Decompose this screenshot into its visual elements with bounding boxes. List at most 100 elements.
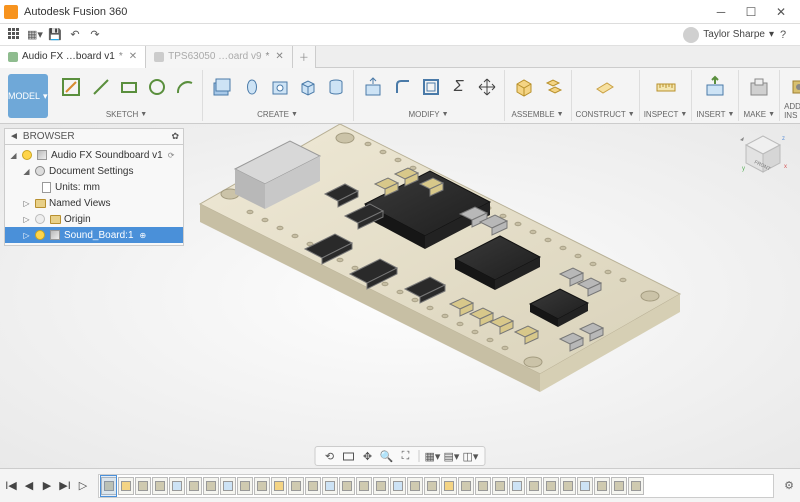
tree-node-origin[interactable]: ▷ Origin (5, 211, 183, 227)
timeline-feature[interactable] (611, 477, 627, 495)
disclosure-triangle[interactable]: ◢ (22, 167, 31, 176)
timeline-play-button[interactable]: ▷ (74, 477, 92, 495)
close-tab-button[interactable]: ✕ (129, 51, 137, 62)
timeline-settings-button[interactable]: ⚙ (780, 477, 798, 495)
construct-plane-button[interactable] (590, 72, 620, 102)
disclosure-triangle[interactable]: ▷ (22, 215, 31, 224)
box-button[interactable] (295, 74, 321, 100)
fillet-button[interactable] (390, 74, 416, 100)
tree-node-component-selected[interactable]: ▷ Sound_Board:1 ⊕ (5, 227, 183, 243)
shell-button[interactable] (418, 74, 444, 100)
timeline-feature[interactable] (492, 477, 508, 495)
data-panel-button[interactable] (6, 27, 24, 43)
window-minimize-button[interactable]: ─ (706, 1, 736, 23)
document-tab-active[interactable]: Audio FX …board v1* ✕ (0, 46, 146, 68)
timeline-feature[interactable] (390, 477, 406, 495)
disclosure-triangle[interactable]: ▷ (22, 231, 31, 240)
timeline-feature[interactable] (118, 477, 134, 495)
timeline-feature[interactable] (220, 477, 236, 495)
timeline-feature[interactable] (237, 477, 253, 495)
new-document-button[interactable]: ＋ (293, 46, 316, 68)
circle-tool-button[interactable] (144, 74, 170, 100)
timeline-feature[interactable] (152, 477, 168, 495)
timeline-feature[interactable] (169, 477, 185, 495)
disclosure-triangle[interactable]: ▷ (22, 199, 31, 208)
timeline-feature[interactable] (509, 477, 525, 495)
undo-button[interactable]: ↶ (66, 27, 84, 43)
document-tab[interactable]: TPS63050 …oard v9* ✕ (146, 46, 293, 68)
lightbulb-off-icon[interactable] (35, 214, 45, 224)
timeline-feature[interactable] (339, 477, 355, 495)
tree-node-named-views[interactable]: ▷ Named Views (5, 195, 183, 211)
tree-node-document-settings[interactable]: ◢ Document Settings (5, 163, 183, 179)
joint-button[interactable] (541, 74, 567, 100)
insert-button[interactable] (700, 72, 730, 102)
tree-root[interactable]: ◢ Audio FX Soundboard v1 ⟳ (5, 147, 183, 163)
display-settings-button[interactable]: ▦▾ (425, 448, 441, 464)
timeline-feature[interactable] (288, 477, 304, 495)
timeline-feature[interactable] (271, 477, 287, 495)
timeline-feature[interactable] (628, 477, 644, 495)
browser-options-button[interactable]: ✿ (171, 131, 179, 142)
timeline-feature[interactable] (475, 477, 491, 495)
timeline-feature[interactable] (373, 477, 389, 495)
disclosure-triangle[interactable]: ◢ (9, 151, 18, 160)
move-button[interactable] (474, 74, 500, 100)
view-cube[interactable]: FRONT z x y (738, 130, 788, 180)
timeline-track[interactable] (98, 474, 774, 498)
cylinder-button[interactable] (323, 74, 349, 100)
press-pull-button[interactable] (358, 72, 388, 102)
rectangle-tool-button[interactable] (116, 74, 142, 100)
file-menu-button[interactable]: ▦▾ (26, 27, 44, 43)
timeline-feature[interactable] (356, 477, 372, 495)
timeline-feature[interactable] (560, 477, 576, 495)
zoom-button[interactable]: 🔍 (379, 448, 395, 464)
timeline-feature[interactable] (526, 477, 542, 495)
timeline-feature[interactable] (305, 477, 321, 495)
arc-tool-button[interactable] (172, 74, 198, 100)
timeline-feature[interactable] (322, 477, 338, 495)
parameters-button[interactable]: Σ (446, 74, 472, 100)
create-sketch-button[interactable] (56, 72, 86, 102)
tree-node-units[interactable]: Units: mm (5, 179, 183, 195)
viewport-layouts-button[interactable]: ◫▾ (463, 448, 479, 464)
timeline-feature[interactable] (458, 477, 474, 495)
grid-settings-button[interactable]: ▤▾ (444, 448, 460, 464)
timeline-feature[interactable] (254, 477, 270, 495)
timeline-start-button[interactable]: I◀ (2, 477, 20, 495)
measure-button[interactable] (651, 72, 681, 102)
new-component-button[interactable] (509, 72, 539, 102)
help-button[interactable]: ? (774, 27, 792, 43)
timeline-end-button[interactable]: ▶I (56, 477, 74, 495)
extrude-button[interactable] (207, 72, 237, 102)
timeline-feature[interactable] (407, 477, 423, 495)
addins-button[interactable] (784, 72, 800, 102)
timeline-forward-button[interactable]: ▶ (38, 477, 56, 495)
orbit-button[interactable]: ⟲ (322, 448, 338, 464)
look-at-button[interactable] (341, 448, 357, 464)
save-button[interactable]: 💾 (46, 27, 64, 43)
workspace-switcher[interactable]: MODEL▾ (8, 74, 48, 118)
timeline-feature[interactable] (441, 477, 457, 495)
timeline-feature[interactable] (543, 477, 559, 495)
lightbulb-icon[interactable] (22, 150, 32, 160)
timeline-feature[interactable] (186, 477, 202, 495)
fit-button[interactable]: ⛶ (398, 448, 414, 464)
line-tool-button[interactable] (88, 74, 114, 100)
user-menu[interactable]: Taylor Sharpe ▾ (683, 27, 774, 43)
timeline-feature[interactable] (135, 477, 151, 495)
window-maximize-button[interactable]: ☐ (736, 1, 766, 23)
lightbulb-icon[interactable] (35, 230, 45, 240)
timeline-feature[interactable] (424, 477, 440, 495)
close-tab-button[interactable]: ✕ (275, 51, 283, 62)
revolve-button[interactable] (239, 74, 265, 100)
timeline-back-button[interactable]: ◀ (20, 477, 38, 495)
window-close-button[interactable]: ✕ (766, 1, 796, 23)
hole-button[interactable] (267, 74, 293, 100)
make-button[interactable] (744, 72, 774, 102)
collapse-browser-button[interactable]: ◄ (9, 131, 19, 142)
redo-button[interactable]: ↷ (86, 27, 104, 43)
timeline-feature[interactable] (203, 477, 219, 495)
pan-button[interactable]: ✥ (360, 448, 376, 464)
timeline-feature[interactable] (594, 477, 610, 495)
